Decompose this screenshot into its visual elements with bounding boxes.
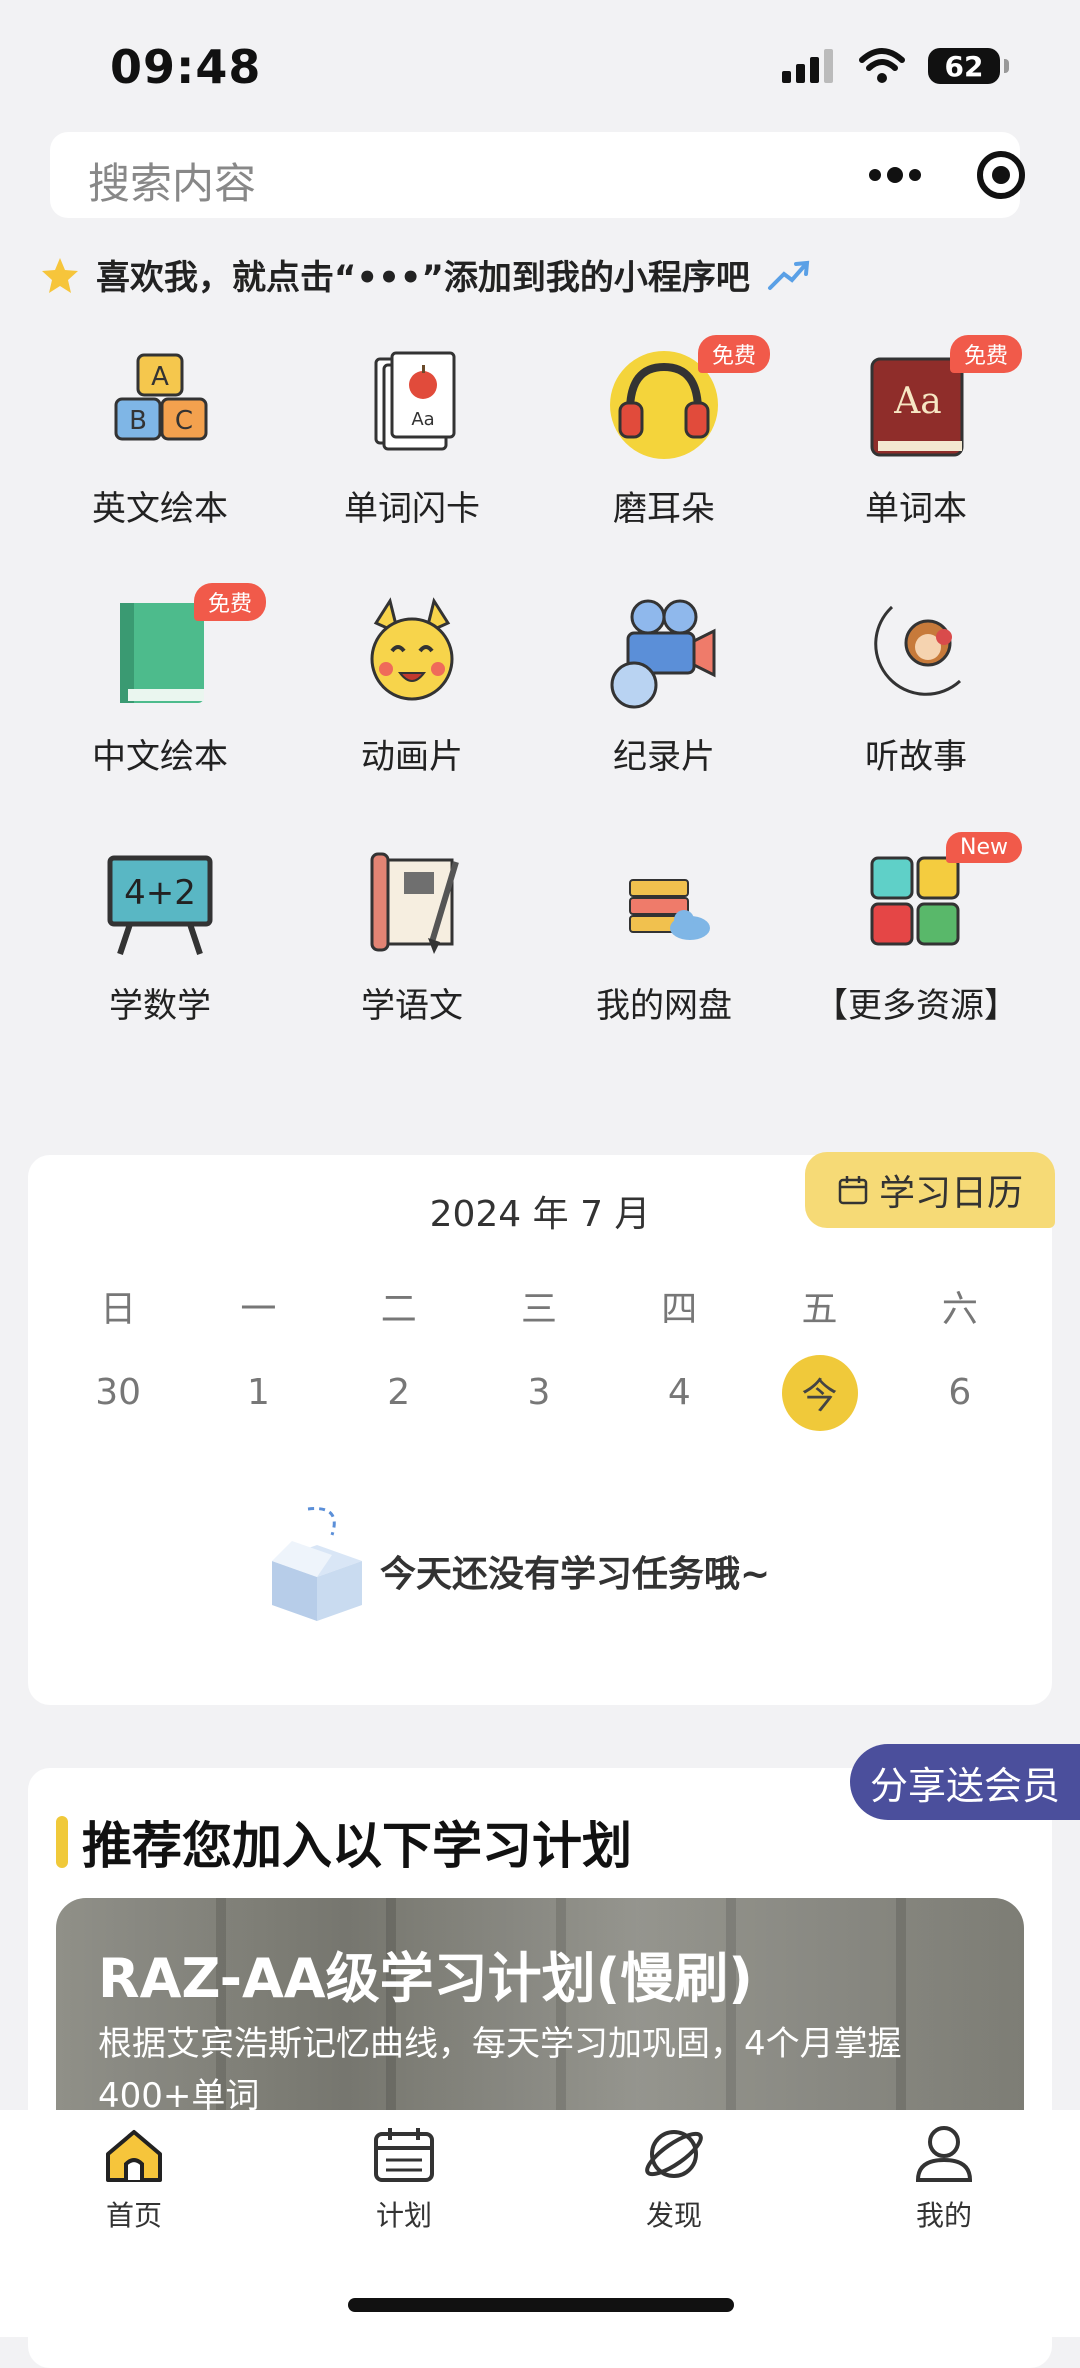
scroll-brush-icon bbox=[352, 842, 472, 962]
search-bar[interactable]: 搜索内容 bbox=[50, 132, 1025, 218]
weekday-label: 一 bbox=[240, 1289, 277, 1330]
grid-item-english-picture-books[interactable]: A B C 英文绘本 bbox=[50, 345, 270, 545]
plan-description: 根据艾宾浩斯记忆曲线，每天学习加巩固，4个月掌握400+单词 bbox=[98, 2024, 902, 2116]
calendar-day[interactable]: 3 bbox=[469, 1355, 609, 1431]
title-accent-bar bbox=[56, 1816, 68, 1868]
pikachu-icon bbox=[352, 593, 472, 713]
cloud-server-icon bbox=[604, 842, 724, 962]
planet-icon bbox=[645, 2130, 703, 2178]
calendar-day[interactable]: 2 bbox=[329, 1355, 469, 1431]
weekday-label: 三 bbox=[520, 1289, 557, 1330]
grid-label: 单词闪卡 bbox=[344, 489, 480, 529]
green-book-icon: 免费 bbox=[100, 583, 266, 713]
badge-free: 免费 bbox=[949, 335, 1022, 373]
grid-item-my-cloud-drive[interactable]: 我的网盘 bbox=[554, 842, 774, 1042]
svg-text:Aa: Aa bbox=[893, 381, 941, 422]
grid-item-documentaries[interactable]: 纪录片 bbox=[554, 593, 774, 793]
target-icon[interactable] bbox=[970, 144, 1032, 206]
weekday-label: 日 bbox=[100, 1289, 137, 1330]
calendar-weekdays: 日 一 二 三 四 五 六 bbox=[48, 1280, 1030, 1332]
share-for-membership-button[interactable]: 分享送会员 bbox=[850, 1744, 1080, 1820]
badge-new: New bbox=[946, 832, 1022, 863]
calendar-day-today[interactable]: 今 bbox=[749, 1355, 889, 1431]
trend-arrow-icon bbox=[767, 260, 810, 290]
svg-text:4+2: 4+2 bbox=[124, 873, 196, 913]
calendar-month: 2024 年 7 月 bbox=[429, 1194, 651, 1235]
calendar-day[interactable]: 6 bbox=[890, 1355, 1030, 1431]
grid-item-cartoons[interactable]: 动画片 bbox=[302, 593, 522, 793]
grid-label: 【更多资源】 bbox=[814, 986, 1018, 1026]
badge-free: 免费 bbox=[697, 335, 770, 373]
grid-item-learn-math[interactable]: 4+2 学数学 bbox=[50, 842, 270, 1042]
svg-text:C: C bbox=[175, 406, 193, 436]
math-board-icon: 4+2 bbox=[100, 842, 220, 962]
tab-home[interactable]: 首页 bbox=[64, 2124, 204, 2234]
grid-label: 英文绘本 bbox=[92, 489, 228, 529]
svg-text:A: A bbox=[151, 362, 169, 392]
plans-title-text: 推荐您加入以下学习计划 bbox=[82, 1817, 632, 1875]
dictionary-icon: Aa 免费 bbox=[856, 335, 1022, 465]
status-icons: 62 bbox=[782, 48, 1009, 84]
grid-label: 听故事 bbox=[865, 737, 967, 777]
grid-item-vocabulary-book[interactable]: Aa 免费 单词本 bbox=[806, 335, 1026, 545]
calendar-day[interactable]: 30 bbox=[48, 1355, 188, 1431]
grid-item-ear-training[interactable]: 免费 磨耳朵 bbox=[554, 335, 774, 545]
abc-blocks-icon: A B C bbox=[100, 345, 220, 465]
svg-text:B: B bbox=[129, 406, 147, 436]
weekday-label: 二 bbox=[380, 1289, 417, 1330]
signal-icon bbox=[782, 49, 833, 83]
empty-tasks-message: 今天还没有学习任务哦~ bbox=[380, 1554, 771, 1595]
plans-section-title: 推荐您加入以下学习计划 bbox=[56, 1806, 632, 1878]
calendar-day[interactable]: 1 bbox=[188, 1355, 328, 1431]
grid-item-more-resources[interactable]: New 【更多资源】 bbox=[806, 832, 1026, 1042]
grid-item-chinese-picture-books[interactable]: 免费 中文绘本 bbox=[50, 583, 270, 793]
grid-label: 学语文 bbox=[361, 986, 463, 1026]
tab-label: 我的 bbox=[915, 2199, 972, 2232]
grid-label: 磨耳朵 bbox=[613, 489, 715, 529]
today-marker: 今 bbox=[781, 1355, 858, 1431]
calendar-day[interactable]: 4 bbox=[609, 1355, 749, 1431]
film-camera-icon bbox=[604, 593, 724, 713]
person-icon bbox=[915, 2126, 973, 2182]
tab-label: 首页 bbox=[105, 2199, 162, 2232]
weekday-label: 六 bbox=[941, 1289, 978, 1330]
wifi-icon bbox=[859, 48, 905, 83]
headphones-icon: 免费 bbox=[604, 335, 770, 465]
empty-box-icon bbox=[262, 1505, 372, 1629]
tab-label: 计划 bbox=[375, 2199, 432, 2232]
search-input[interactable]: 搜索内容 bbox=[88, 150, 256, 211]
grid-label: 动画片 bbox=[361, 737, 463, 777]
svg-text:Aa: Aa bbox=[411, 409, 434, 430]
add-miniprogram-hint: 喜欢我，就点击“•••”添加到我的小程序吧 bbox=[40, 250, 812, 299]
calendar-icon bbox=[374, 2128, 434, 2182]
weekday-label: 四 bbox=[661, 1289, 698, 1330]
tab-plan[interactable]: 计划 bbox=[334, 2124, 474, 2234]
home-icon bbox=[106, 2130, 162, 2182]
flash-cards-icon: Aa bbox=[352, 345, 472, 465]
grid-label: 我的网盘 bbox=[596, 986, 732, 1026]
moon-monkey-icon bbox=[856, 593, 976, 713]
plan-title: RAZ-AA级学习计划(慢刷) bbox=[98, 1947, 753, 2010]
tab-label: 发现 bbox=[645, 2199, 702, 2232]
grid-item-learn-chinese[interactable]: 学语文 bbox=[302, 842, 522, 1042]
calendar-days: 30 1 2 3 4 今 6 bbox=[48, 1355, 1030, 1431]
battery-icon: 62 bbox=[928, 48, 1009, 84]
tab-mine[interactable]: 我的 bbox=[874, 2124, 1014, 2234]
four-squares-icon: New bbox=[856, 832, 1022, 962]
tab-discover[interactable]: 发现 bbox=[604, 2124, 744, 2234]
grid-label: 纪录片 bbox=[613, 737, 715, 777]
grid-item-word-flash-cards[interactable]: Aa 单词闪卡 bbox=[302, 345, 522, 545]
grid-label: 单词本 bbox=[865, 489, 967, 529]
home-indicator[interactable] bbox=[348, 2298, 734, 2312]
hint-text: 喜欢我，就点击“•••”添加到我的小程序吧 bbox=[96, 258, 750, 298]
grid-label: 学数学 bbox=[109, 986, 211, 1026]
grid-label: 中文绘本 bbox=[92, 737, 228, 777]
grid-item-story-listening[interactable]: 听故事 bbox=[806, 593, 1026, 793]
more-dots-icon[interactable] bbox=[850, 150, 940, 200]
status-time: 09:48 bbox=[110, 40, 262, 94]
badge-free: 免费 bbox=[193, 583, 266, 621]
weekday-label: 五 bbox=[801, 1289, 838, 1330]
battery-level: 62 bbox=[944, 49, 984, 83]
star-icon bbox=[42, 257, 78, 293]
